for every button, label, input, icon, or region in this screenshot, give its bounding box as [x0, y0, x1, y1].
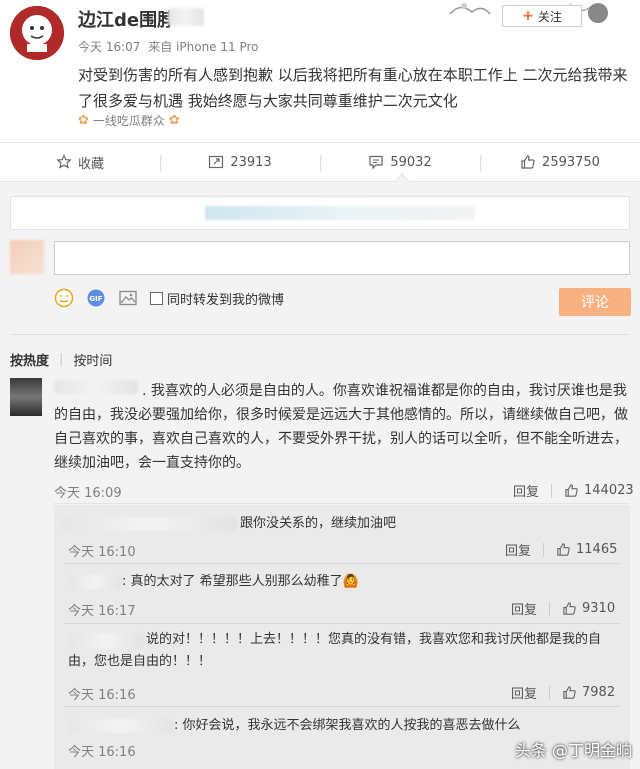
- divider: [543, 542, 545, 557]
- reply-time: 今天 16:10: [68, 545, 136, 560]
- reply-button[interactable]: 回复: [505, 540, 531, 559]
- gif-icon[interactable]: GIF: [86, 288, 106, 308]
- reply-text: 说的对！！！！！上去！！！！您真的没有错，我喜欢您和我讨厌他都是我的自由，您也是…: [68, 632, 602, 669]
- divider: [551, 483, 553, 498]
- flower-icon: ✿: [78, 113, 89, 128]
- emoji-icon[interactable]: [54, 288, 74, 308]
- repost-to-my-weibo-option[interactable]: 同时转发到我的微博: [150, 289, 284, 308]
- thumbs-up-icon[interactable]: [556, 542, 571, 557]
- repost-button[interactable]: 23913: [160, 143, 320, 181]
- reply-time: 今天 16:17: [68, 604, 136, 619]
- divider: [64, 563, 620, 564]
- divider: [549, 685, 551, 700]
- star-icon: [56, 154, 72, 169]
- comment-time: 今天 16:09: [54, 486, 122, 501]
- comment-icon: [369, 155, 383, 170]
- repost-icon: [209, 155, 224, 169]
- commenter-name-blur[interactable]: [54, 380, 138, 394]
- commenter-avatar[interactable]: [10, 378, 42, 416]
- image-icon[interactable]: [118, 288, 138, 308]
- like-count: 11465: [576, 542, 618, 557]
- favorite-button[interactable]: 收藏: [0, 143, 160, 181]
- reply-time: 今天 16:16: [68, 745, 136, 760]
- reply-time: 今天 16:16: [68, 688, 136, 703]
- thumbs-up-icon[interactable]: [564, 483, 579, 498]
- promo-banner-blur: [205, 206, 475, 220]
- avatar-face-icon: [10, 6, 64, 60]
- post-action-bar: 收藏 23913 59032 2593750: [0, 142, 640, 182]
- like-count: 7982: [582, 685, 616, 700]
- thumbs-up-icon[interactable]: [562, 685, 577, 700]
- post-source: 来自 iPhone 11 Pro: [148, 40, 259, 54]
- divider: [64, 706, 620, 707]
- like-count: 9310: [582, 601, 616, 616]
- reply-author-blur[interactable]: [68, 575, 122, 589]
- author-name[interactable]: 边江de围脖: [78, 6, 175, 32]
- reply-button[interactable]: 回复: [513, 481, 539, 500]
- sort-by-time-tab[interactable]: 按时间: [73, 350, 112, 369]
- fan-group-tag[interactable]: ✿ 一线吃瓜群众 ✿: [78, 112, 180, 129]
- like-count: 2593750: [542, 154, 600, 170]
- watermark: 头条 @丁明金晌: [514, 741, 632, 760]
- like-button[interactable]: 2593750: [480, 143, 640, 181]
- sparkle-icon: ✿: [168, 113, 180, 128]
- reply-button[interactable]: 回复: [511, 683, 537, 702]
- follow-button[interactable]: + 关注: [502, 5, 582, 27]
- comment-input[interactable]: [54, 241, 630, 275]
- divider: [10, 334, 630, 335]
- comment-actions: 回复 144023: [513, 481, 634, 500]
- sort-divider: |: [59, 352, 64, 367]
- reply-actions: 回复 11465: [505, 540, 617, 559]
- reply-author-blur[interactable]: [68, 719, 174, 733]
- reply-actions: 回复 9310: [511, 599, 615, 618]
- svg-text:GIF: GIF: [89, 295, 102, 303]
- reply-text: : 真的太对了 希望那些人别那么幼稚了🙆: [122, 574, 359, 589]
- repost-checkbox[interactable]: [150, 291, 163, 305]
- divider: [64, 623, 620, 624]
- submit-comment-button[interactable]: 评论: [559, 288, 631, 316]
- divider: [549, 601, 551, 616]
- thumbs-up-icon[interactable]: [562, 601, 577, 616]
- follow-label: 关注: [537, 9, 562, 24]
- verified-badge-blur: [168, 8, 204, 26]
- post-meta: 今天 16:07 来自 iPhone 11 Pro: [78, 38, 259, 55]
- plus-icon: +: [522, 8, 534, 24]
- comment-text: . 我喜欢的人必须是自由的人。你喜欢谁祝福谁都是你的自由，我讨厌谁也是我的自由，…: [54, 383, 628, 471]
- post-body: 对受到伤害的所有人感到抱歉 以后我将把所有重心放在本职工作上 二次元给我带来了很…: [78, 66, 628, 110]
- favorite-label: 收藏: [77, 156, 104, 172]
- author-avatar[interactable]: [10, 6, 64, 60]
- thumbs-up-icon: [521, 155, 535, 169]
- post-time[interactable]: 今天 16:07: [78, 40, 140, 54]
- fan-group-label: 一线吃瓜群众: [92, 114, 165, 128]
- reply-actions: 回复 7982: [511, 683, 615, 702]
- repost-option-label: 同时转发到我的微博: [167, 292, 285, 308]
- reply-text: 跟你没关系的，继续加油吧: [240, 516, 397, 531]
- reply-button[interactable]: 回复: [511, 599, 537, 618]
- reply-author-blur[interactable]: [62, 517, 237, 531]
- replies-panel: 跟你没关系的，继续加油吧 今天 16:10 回复 11465 : 真的太对了 希…: [54, 505, 630, 769]
- repost-count: 23913: [230, 154, 272, 170]
- reply-text: : 你好会说，我永远不会绑架我喜欢的人按我的喜恶去做什么: [174, 718, 521, 733]
- sort-tabs: 按热度 | 按时间: [10, 350, 112, 369]
- corner-avatar: [588, 3, 608, 23]
- composer-toolbar: GIF 同时转发到我的微博: [54, 287, 284, 309]
- sort-by-hot-tab[interactable]: 按热度: [10, 350, 49, 369]
- my-avatar: [10, 240, 44, 274]
- comment-count: 59032: [390, 154, 432, 170]
- like-count: 144023: [584, 483, 634, 498]
- divider: [54, 503, 630, 504]
